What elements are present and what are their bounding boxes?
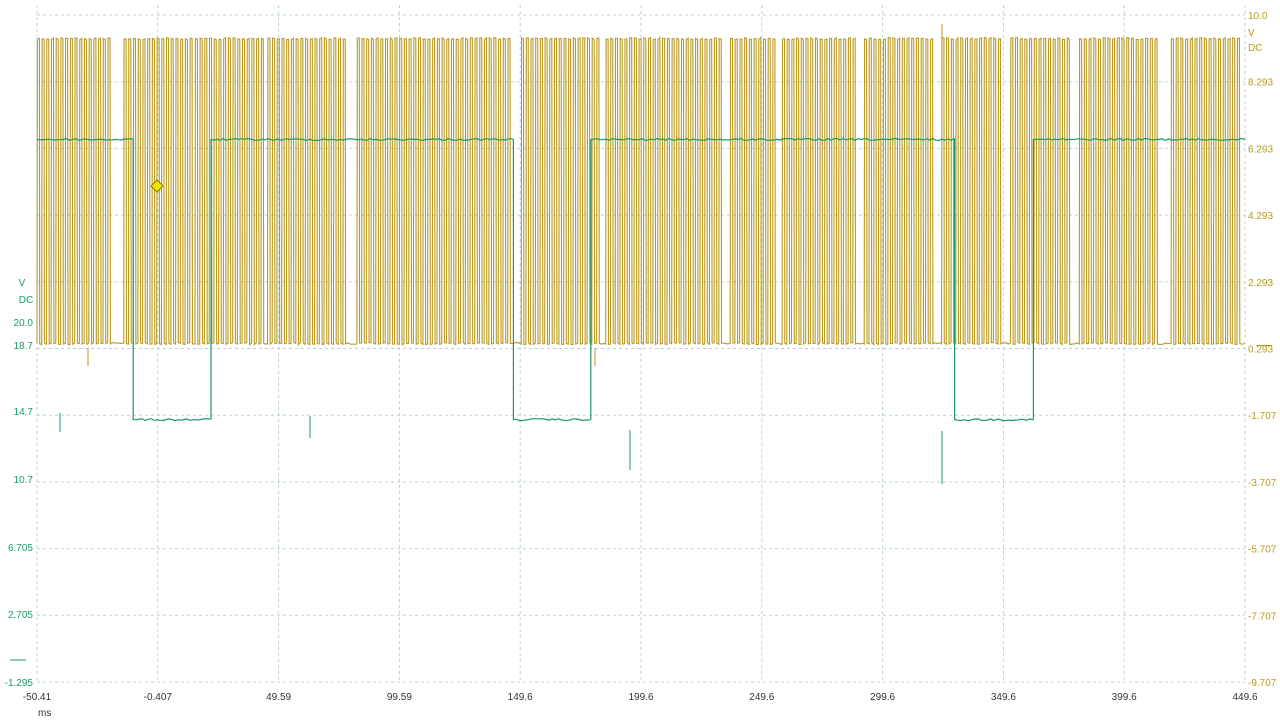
x-tick-label: 49.59 <box>266 692 291 703</box>
channel-b-tick-label: 18.7 <box>14 341 34 352</box>
channel-b-tick-label: -1.295 <box>5 678 34 689</box>
channel-a-tick-label: -1.707 <box>1248 411 1277 422</box>
oscilloscope-plot: -50.41 -0.407 49.59 99.59 149.6 199.6 249.6 299… <box>0 0 1280 720</box>
channel-a-tick-label: 0.293 <box>1248 345 1273 356</box>
x-tick-label: -50.41 <box>23 692 52 703</box>
channel-a-coupling: DC <box>1248 43 1262 54</box>
channel-b-tick-label: 14.7 <box>14 407 34 418</box>
x-tick-label: 149.6 <box>508 692 533 703</box>
channel-a-tick-label: 4.293 <box>1248 211 1273 222</box>
x-axis-unit: ms <box>38 708 51 719</box>
channel-a-tick-label: 6.293 <box>1248 144 1273 155</box>
channel-a-tick-label: 8.293 <box>1248 78 1273 89</box>
x-tick-label: -0.407 <box>144 692 173 703</box>
channel-a-tick-label: -5.707 <box>1248 545 1277 556</box>
x-tick-label: 349.6 <box>991 692 1016 703</box>
x-tick-label: 449.6 <box>1232 692 1257 703</box>
channel-b-tick-label: 2.705 <box>8 610 33 621</box>
x-tick-label: 99.59 <box>387 692 412 703</box>
x-tick-label: 399.6 <box>1112 692 1137 703</box>
x-tick-label: 249.6 <box>749 692 774 703</box>
channel-a-unit: V <box>1248 28 1255 39</box>
channel-b-tick-label: 10.7 <box>14 475 34 486</box>
channel-b-coupling: DC <box>19 295 33 306</box>
x-tick-label: 199.6 <box>628 692 653 703</box>
channel-b-upper-value: 20.0 <box>14 318 34 329</box>
channel-a-tick-label: 2.293 <box>1248 278 1273 289</box>
x-tick-label: 299.6 <box>870 692 895 703</box>
channel-b-unit: V <box>19 278 26 289</box>
channel-a-tick-label: -3.707 <box>1248 478 1277 489</box>
channel-b-tick-label: 6.705 <box>8 543 33 554</box>
channel-a-tick-label: -9.707 <box>1248 678 1277 689</box>
channel-a-tick-label: -7.707 <box>1248 611 1277 622</box>
channel-a-tick-label: 10.0 <box>1248 11 1268 22</box>
